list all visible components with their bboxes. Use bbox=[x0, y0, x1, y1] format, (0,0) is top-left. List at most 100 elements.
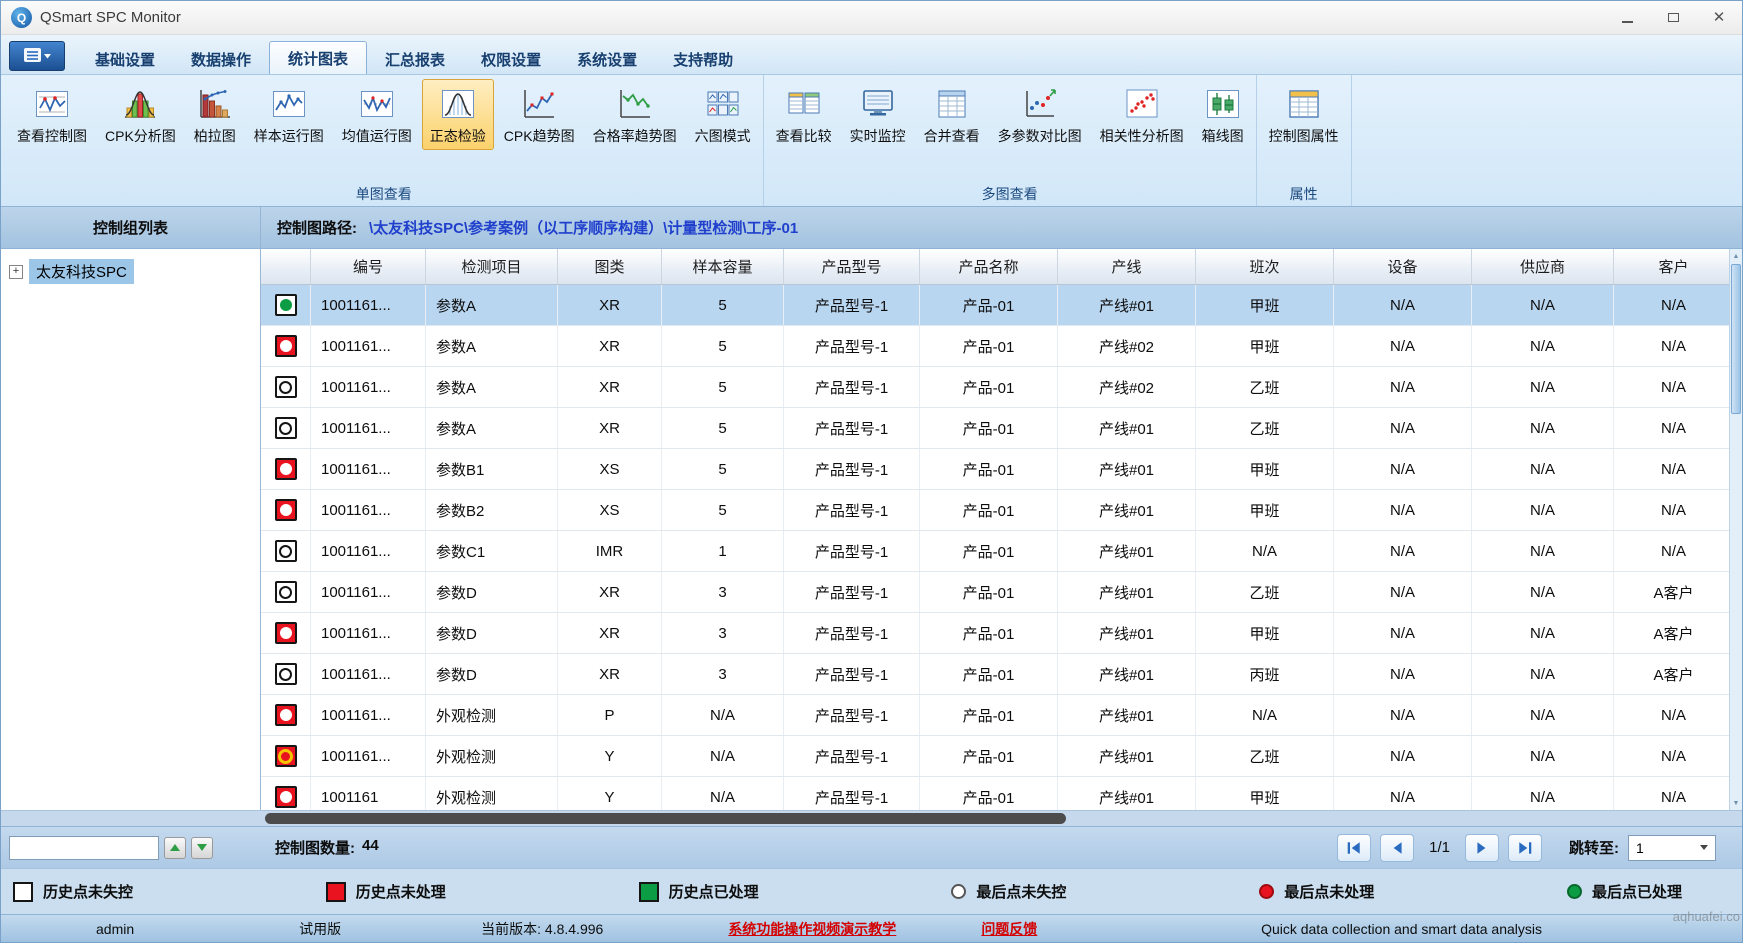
table-row[interactable]: 1001161...参数DXR3产品型号-1产品-01产线#01丙班N/AN/A… bbox=[261, 654, 1742, 695]
ribbon: 查看控制图 CPK分析图 柏拉图 样本运行图 均值运行图 bbox=[1, 75, 1742, 207]
table-cell: XR bbox=[558, 408, 662, 448]
menu-tab-5[interactable]: 系统设置 bbox=[559, 44, 655, 74]
table-cell: 产线#01 bbox=[1058, 408, 1196, 448]
ribbon-button-view-control-chart[interactable]: 查看控制图 bbox=[9, 79, 95, 150]
move-down-button[interactable] bbox=[191, 837, 213, 859]
ribbon-button-boxplot[interactable]: 箱线图 bbox=[1194, 79, 1252, 150]
legend-item: 历史点已处理 bbox=[639, 881, 759, 902]
column-header-9[interactable]: 设备 bbox=[1334, 249, 1472, 284]
first-page-button[interactable] bbox=[1337, 834, 1371, 862]
ribbon-button-merge-view[interactable]: 合并查看 bbox=[916, 79, 988, 150]
menu-tab-4[interactable]: 权限设置 bbox=[463, 44, 559, 74]
column-header-11[interactable]: 客户 bbox=[1614, 249, 1734, 284]
chevron-down-icon bbox=[1700, 845, 1708, 850]
table-cell: 参数B2 bbox=[426, 490, 558, 530]
table-cell: 丙班 bbox=[1196, 654, 1334, 694]
move-up-button[interactable] bbox=[164, 837, 186, 859]
ribbon-button-chart-properties[interactable]: 控制图属性 bbox=[1261, 79, 1347, 150]
table-cell: 甲班 bbox=[1196, 326, 1334, 366]
next-page-button[interactable] bbox=[1465, 834, 1499, 862]
horizontal-scrollbar[interactable] bbox=[1, 810, 1742, 826]
table-cell: 产品型号-1 bbox=[784, 695, 920, 735]
maximize-button[interactable] bbox=[1650, 1, 1696, 34]
table-cell: 产品-01 bbox=[920, 449, 1058, 489]
last-page-button[interactable] bbox=[1508, 834, 1542, 862]
table-cell: 产线#01 bbox=[1058, 531, 1196, 571]
tree-node-root[interactable]: + 太友科技SPC bbox=[9, 259, 252, 284]
column-header-7[interactable]: 产线 bbox=[1058, 249, 1196, 284]
table-row[interactable]: 1001161...参数B1XS5产品型号-1产品-01产线#01甲班N/AN/… bbox=[261, 449, 1742, 490]
menu-tab-1[interactable]: 数据操作 bbox=[173, 44, 269, 74]
menu-tab-0[interactable]: 基础设置 bbox=[77, 44, 173, 74]
table-row[interactable]: 1001161...参数C1IMR1产品型号-1产品-01产线#01N/AN/A… bbox=[261, 531, 1742, 572]
ribbon-button-view-compare[interactable]: 查看比较 bbox=[768, 79, 840, 150]
column-header-2[interactable]: 检测项目 bbox=[426, 249, 558, 284]
table-row[interactable]: 1001161...参数B2XS5产品型号-1产品-01产线#01甲班N/AN/… bbox=[261, 490, 1742, 531]
tree-expander-icon[interactable]: + bbox=[9, 265, 23, 279]
minimize-button[interactable] bbox=[1604, 1, 1650, 34]
scroll-down-icon[interactable]: ▼ bbox=[1730, 796, 1742, 810]
column-header-5[interactable]: 产品型号 bbox=[784, 249, 920, 284]
menu-tab-3[interactable]: 汇总报表 bbox=[367, 44, 463, 74]
table-row[interactable]: 1001161...参数AXR5产品型号-1产品-01产线#01甲班N/AN/A… bbox=[261, 285, 1742, 326]
close-button[interactable]: ✕ bbox=[1696, 1, 1742, 34]
menu-tab-6[interactable]: 支持帮助 bbox=[655, 44, 751, 74]
table-cell: N/A bbox=[1196, 531, 1334, 571]
table-row[interactable]: 1001161...参数DXR3产品型号-1产品-01产线#01乙班N/AN/A… bbox=[261, 572, 1742, 613]
column-header-6[interactable]: 产品名称 bbox=[920, 249, 1058, 284]
ribbon-button-label: 均值运行图 bbox=[342, 126, 412, 146]
video-tutorial-link[interactable]: 系统功能操作视频演示教学 bbox=[728, 919, 896, 939]
ribbon-button-cpk-analysis[interactable]: CPK分析图 bbox=[97, 79, 184, 150]
legend-item: 历史点未失控 bbox=[13, 881, 133, 902]
scroll-up-icon[interactable]: ▲ bbox=[1730, 249, 1742, 263]
table-row[interactable]: 1001161...参数AXR5产品型号-1产品-01产线#02乙班N/AN/A… bbox=[261, 367, 1742, 408]
column-header-8[interactable]: 班次 bbox=[1196, 249, 1334, 284]
tree-search-input[interactable] bbox=[9, 836, 159, 860]
horizontal-scrollbar-thumb[interactable] bbox=[265, 813, 1066, 824]
table-cell: N/A bbox=[1472, 613, 1614, 653]
column-header-1[interactable]: 编号 bbox=[311, 249, 426, 284]
merge-view-icon bbox=[934, 86, 970, 122]
table-row[interactable]: 1001161...参数DXR3产品型号-1产品-01产线#01甲班N/AN/A… bbox=[261, 613, 1742, 654]
feedback-link[interactable]: 问题反馈 bbox=[981, 919, 1037, 939]
table-row[interactable]: 1001161...参数AXR5产品型号-1产品-01产线#01乙班N/AN/A… bbox=[261, 408, 1742, 449]
ribbon-button-mean-run-chart[interactable]: 均值运行图 bbox=[334, 79, 420, 150]
legend-red-square-icon bbox=[326, 882, 346, 902]
column-header-3[interactable]: 图类 bbox=[558, 249, 662, 284]
prev-page-button[interactable] bbox=[1380, 834, 1414, 862]
column-header-10[interactable]: 供应商 bbox=[1472, 249, 1614, 284]
ribbon-button-normality-test[interactable]: 正态检验 bbox=[422, 79, 494, 150]
ribbon-button-pareto[interactable]: 柏拉图 bbox=[186, 79, 244, 150]
titlebar[interactable]: Q QSmart SPC Monitor ✕ bbox=[1, 1, 1742, 35]
table-row[interactable]: 1001161外观检测YN/A产品型号-1产品-01产线#01甲班N/AN/AN… bbox=[261, 777, 1742, 810]
table-cell: N/A bbox=[1472, 736, 1614, 776]
status-red-square-icon bbox=[275, 335, 297, 357]
column-header-4[interactable]: 样本容量 bbox=[662, 249, 784, 284]
table-cell: 产品-01 bbox=[920, 326, 1058, 366]
table-cell: 产品-01 bbox=[920, 572, 1058, 612]
pagination-controls: 1/1 跳转至: 1 bbox=[1337, 834, 1742, 862]
app-menu-button[interactable] bbox=[9, 41, 65, 71]
tree-node-label[interactable]: 太友科技SPC bbox=[29, 259, 134, 284]
table-row[interactable]: 1001161...外观检测PN/A产品型号-1产品-01产线#01N/AN/A… bbox=[261, 695, 1742, 736]
table-row[interactable]: 1001161...参数AXR5产品型号-1产品-01产线#02甲班N/AN/A… bbox=[261, 326, 1742, 367]
table-cell: 产线#01 bbox=[1058, 736, 1196, 776]
ribbon-button-multi-parameter-compare[interactable]: 多参数对比图 bbox=[990, 79, 1090, 150]
ribbon-button-pass-rate-trend[interactable]: 合格率趋势图 bbox=[585, 79, 685, 150]
jump-page-select[interactable]: 1 bbox=[1628, 835, 1716, 861]
ribbon-button-correlation-analysis[interactable]: 相关性分析图 bbox=[1092, 79, 1192, 150]
menu-tab-2[interactable]: 统计图表 bbox=[269, 41, 367, 74]
status-white-dot-icon bbox=[280, 463, 292, 475]
table-cell: 1001161... bbox=[311, 490, 426, 530]
ribbon-button-cpk-trend[interactable]: CPK趋势图 bbox=[496, 79, 583, 150]
status-outline-dot-icon bbox=[279, 586, 292, 599]
ribbon-button-sample-run-chart[interactable]: 样本运行图 bbox=[246, 79, 332, 150]
ribbon-button-realtime-monitor[interactable]: 实时监控 bbox=[842, 79, 914, 150]
ribbon-button-six-chart-mode[interactable]: 六图模式 bbox=[687, 79, 759, 150]
table-cell: 产品型号-1 bbox=[784, 367, 920, 407]
legend-label: 历史点未失控 bbox=[43, 881, 133, 902]
vertical-scrollbar-thumb[interactable] bbox=[1731, 264, 1741, 414]
table-row[interactable]: 1001161...外观检测YN/A产品型号-1产品-01产线#01乙班N/AN… bbox=[261, 736, 1742, 777]
vertical-scrollbar[interactable]: ▲ ▼ bbox=[1729, 249, 1742, 810]
column-header-0[interactable] bbox=[261, 249, 311, 284]
